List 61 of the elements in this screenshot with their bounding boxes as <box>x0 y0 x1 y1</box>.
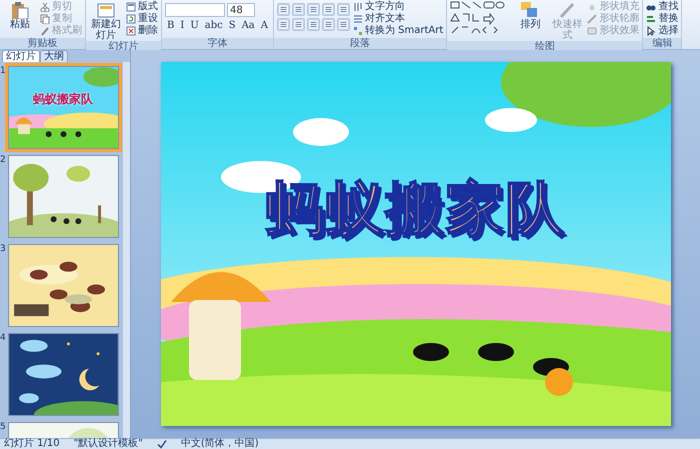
slide-number: 1 <box>0 66 6 76</box>
paragraph-format-icon <box>337 3 350 16</box>
scissors-icon <box>40 2 50 12</box>
font-size-field[interactable]: 48 <box>227 3 255 17</box>
smartart-icon <box>353 26 363 36</box>
slide-number: 4 <box>0 333 6 343</box>
align-text-icon <box>353 14 363 24</box>
paragraph-format-icon <box>322 18 335 31</box>
group-label: 剪贴板 <box>0 38 85 49</box>
cursor-icon <box>646 26 656 36</box>
panel-tab[interactable]: 大纲 <box>40 50 68 62</box>
group-label: 编辑 <box>643 38 682 49</box>
format-button[interactable]: B <box>165 19 176 32</box>
slide-icon <box>96 1 116 19</box>
layout-icon <box>126 2 136 12</box>
paragraph-format-icon <box>307 18 320 31</box>
copy-icon <box>40 14 50 24</box>
format-button[interactable]: U <box>188 19 201 32</box>
paragraph-format-icon <box>307 3 320 16</box>
ribbon-button[interactable]: 新建幻灯片 <box>89 1 123 41</box>
ribbon-button[interactable]: 转换为 SmartArt <box>353 25 444 37</box>
spell-check-icon <box>156 439 167 449</box>
panel-tab[interactable]: 幻灯片 <box>2 50 40 62</box>
slide-thumbnail[interactable]: 蚂蚁搬家队 <box>8 66 119 149</box>
ribbon-button[interactable]: 版式 <box>126 1 158 13</box>
effects-icon <box>587 26 598 36</box>
text-direction-icon <box>353 2 363 12</box>
ribbon-button[interactable]: 对齐文本 <box>353 13 444 25</box>
theme-name: "默认设计模板" <box>74 439 143 449</box>
clipboard-icon <box>10 1 30 19</box>
format-button[interactable]: Aa <box>240 19 257 32</box>
ribbon-button[interactable]: 文字方向 <box>353 1 444 13</box>
slide-number: 2 <box>0 155 6 165</box>
ribbon-button[interactable]: 粘贴 <box>3 1 37 30</box>
ribbon-button[interactable]: 排列 <box>513 1 548 30</box>
slide-number: 3 <box>0 244 6 254</box>
ribbon-button[interactable]: 重设 <box>126 13 158 25</box>
slide-title: 蚂蚁搬家队 <box>264 173 566 244</box>
group-label: 段落 <box>274 38 446 49</box>
paragraph-format-icon <box>277 3 290 16</box>
ribbon-button[interactable]: 选择 <box>646 25 678 37</box>
ribbon-button[interactable]: 查找 <box>646 1 678 13</box>
format-button[interactable]: S <box>226 19 238 32</box>
paragraph-format-icon <box>292 3 305 16</box>
font-name-field[interactable] <box>165 3 225 17</box>
ribbon-button[interactable]: 删除 <box>126 25 158 37</box>
paragraph-format-icon <box>277 18 290 31</box>
format-button[interactable]: abc <box>202 19 225 32</box>
delete-icon <box>126 26 136 36</box>
slide-number: 5 <box>0 422 6 432</box>
paragraph-format-icon <box>337 18 350 31</box>
ribbon-button[interactable]: 替换 <box>646 13 678 25</box>
reset-icon <box>126 14 136 24</box>
language-indicator: 中文(简体，中国) <box>180 439 259 449</box>
group-label: 字体 <box>162 38 273 49</box>
slide-counter: 幻灯片 1/10 <box>4 439 60 449</box>
paragraph-format-icon <box>322 3 335 16</box>
paragraph-format-icon <box>292 18 305 31</box>
format-button[interactable]: A <box>258 19 270 32</box>
format-button[interactable]: I <box>178 19 186 32</box>
thumbnail-title: 蚂蚁搬家队 <box>32 91 94 108</box>
